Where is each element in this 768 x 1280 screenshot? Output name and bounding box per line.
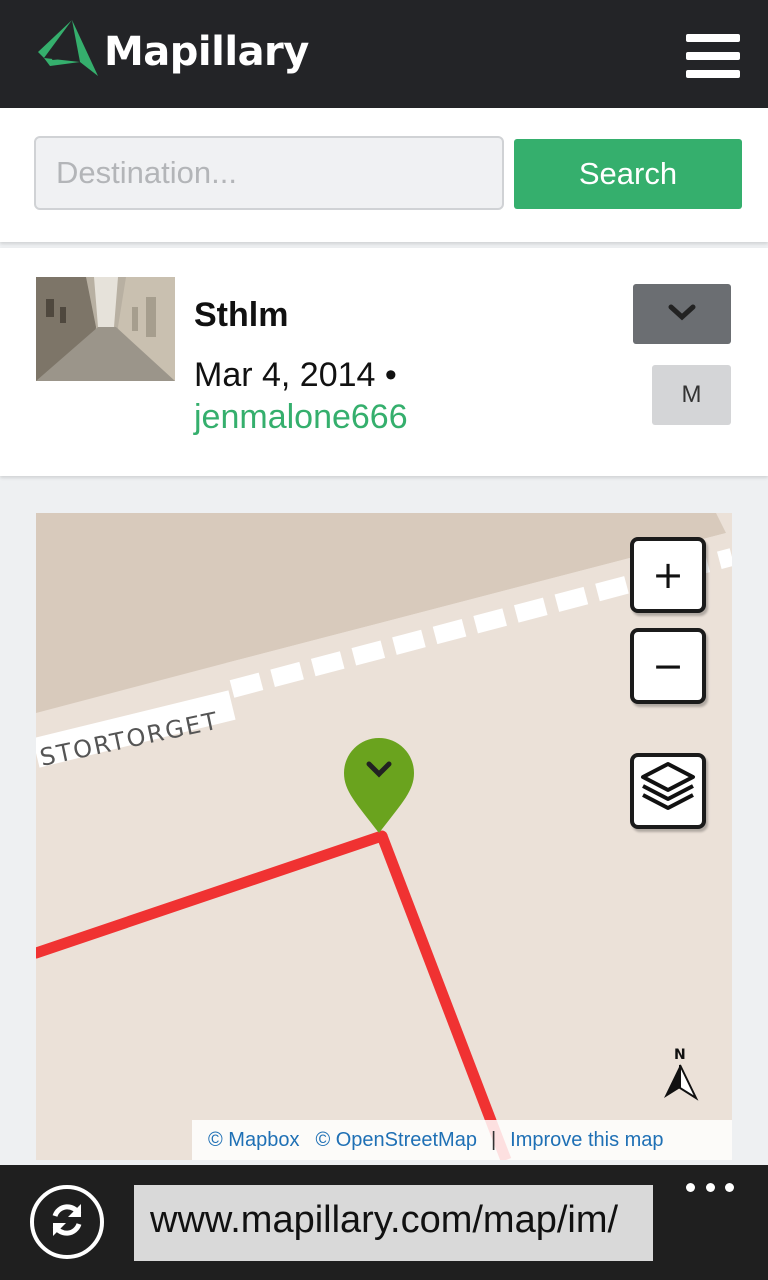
capture-date: Mar 4, 2014 • (194, 356, 397, 394)
url-field[interactable]: www.mapillary.com/map/im/ (134, 1185, 653, 1261)
layers-button[interactable] (630, 753, 706, 829)
m-button[interactable]: M (652, 365, 731, 425)
compass-north-icon: N (664, 1047, 699, 1101)
map-canvas: STORTORGET N (36, 513, 732, 1160)
map-view[interactable]: STORTORGET N + − © Mapbox © OpenStreetMa… (36, 513, 732, 1160)
zoom-out-button[interactable]: − (630, 628, 706, 704)
url-text: www.mapillary.com/map/im/ (150, 1199, 619, 1241)
hamburger-menu-icon[interactable] (686, 34, 740, 78)
expand-details-button[interactable] (633, 284, 731, 344)
map-marker-icon[interactable] (344, 738, 414, 833)
destination-input[interactable] (34, 136, 504, 210)
layers-icon (640, 761, 696, 822)
sequence-title: Sthlm (194, 296, 289, 334)
brand-logo[interactable]: Mapillary (36, 18, 309, 85)
top-navigation-bar: Mapillary (0, 0, 768, 108)
svg-text:N: N (674, 1047, 686, 1063)
improve-map-link[interactable]: Improve this map (510, 1129, 663, 1152)
chevron-down-icon (668, 304, 696, 325)
search-panel: Search (0, 108, 768, 242)
mapbox-attribution-link[interactable]: © Mapbox (208, 1129, 299, 1152)
map-attribution: © Mapbox © OpenStreetMap | Improve this … (192, 1120, 732, 1160)
image-thumbnail[interactable] (36, 277, 175, 381)
refresh-button[interactable] (30, 1185, 104, 1259)
search-button[interactable]: Search (514, 139, 742, 209)
more-dots-icon[interactable] (686, 1177, 734, 1197)
sequence-track-segment (376, 834, 512, 1160)
zoom-in-button[interactable]: + (630, 537, 706, 613)
sequence-track-segment (36, 830, 388, 959)
attribution-separator: | (490, 1128, 497, 1151)
mapillary-logo-icon (36, 18, 102, 85)
browser-address-bar: www.mapillary.com/map/im/ (0, 1165, 768, 1280)
image-info-card: Sthlm Mar 4, 2014 • jenmalone666 M (0, 248, 768, 476)
refresh-icon (45, 1198, 89, 1247)
brand-name: Mapillary (104, 28, 309, 75)
username-link[interactable]: jenmalone666 (194, 398, 408, 437)
osm-attribution-link[interactable]: © OpenStreetMap (315, 1129, 476, 1152)
